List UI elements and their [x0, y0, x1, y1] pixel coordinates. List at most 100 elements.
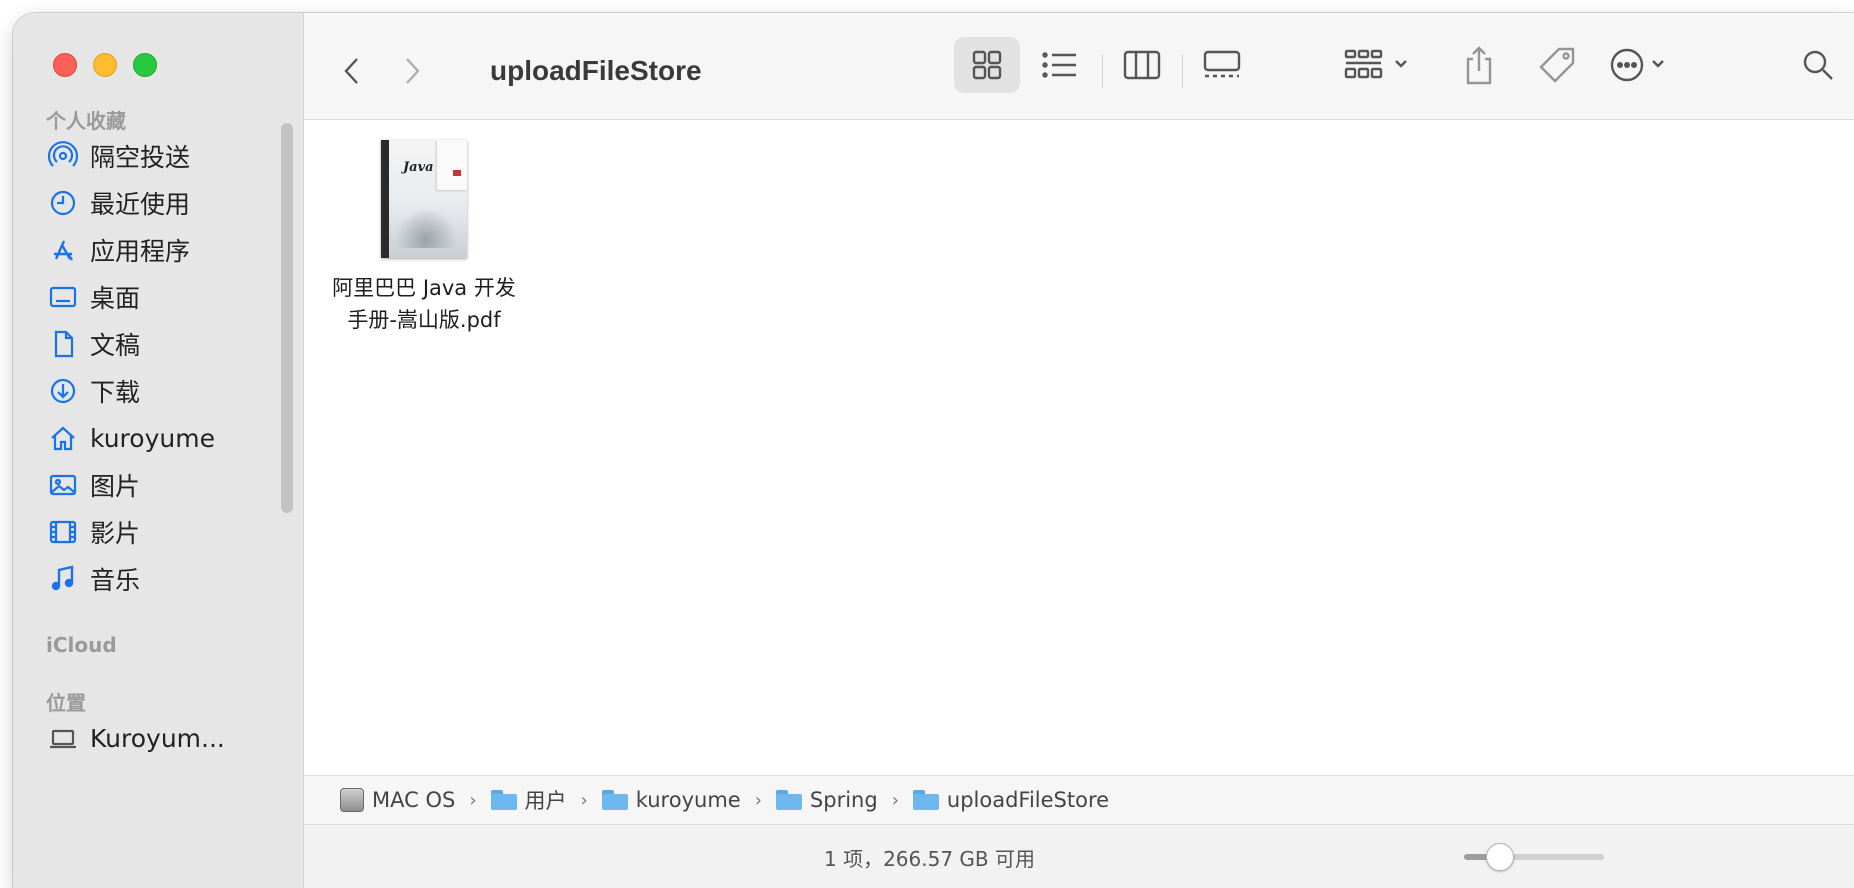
clock-icon — [46, 186, 80, 220]
status-bar: 1 项，266.57 GB 可用 — [304, 824, 1854, 888]
sidebar-item-airdrop[interactable]: 隔空投送 — [46, 133, 276, 179]
zoom-slider-thumb[interactable] — [1486, 843, 1514, 871]
icloud-header: iCloud — [46, 633, 117, 657]
minimize-button[interactable] — [93, 53, 117, 77]
group-button[interactable] — [1339, 37, 1419, 93]
sidebar-item-music[interactable]: 音乐 — [46, 556, 276, 602]
file-name-line-1: 阿里巴巴 Java 开发 — [332, 276, 516, 300]
film-icon — [46, 515, 80, 549]
back-button[interactable] — [330, 49, 374, 93]
tag-icon — [1539, 47, 1575, 83]
toolbar-divider — [1102, 54, 1103, 88]
sidebar-item-label: 应用程序 — [90, 237, 191, 266]
forward-button[interactable] — [390, 49, 434, 93]
path-item-label: kuroyume — [635, 788, 741, 812]
sidebar-item-label: 图片 — [90, 472, 141, 501]
path-item-current[interactable]: uploadFileStore — [912, 788, 1110, 812]
path-item-users[interactable]: 用户 — [490, 785, 567, 815]
path-separator-icon: › — [469, 789, 477, 811]
sidebar-item-desktop[interactable]: 桌面 — [46, 274, 276, 320]
forward-chevron-icon — [406, 58, 420, 84]
path-separator-icon: › — [891, 789, 899, 811]
sidebar-item-label: 音乐 — [90, 566, 141, 595]
page-curl — [437, 140, 467, 190]
list-view-button[interactable] — [1032, 37, 1088, 93]
file-browser-area[interactable]: Java 阿里巴巴 Java 开发 手册-嵩山版.pdf — [304, 120, 1854, 766]
path-item-label: uploadFileStore — [946, 788, 1110, 812]
path-item-label: 用户 — [524, 789, 567, 813]
folder-icon — [912, 790, 939, 810]
column-view-icon — [1123, 50, 1161, 80]
sidebar-item-label: kuroyume — [90, 423, 215, 453]
search-button[interactable] — [1790, 37, 1846, 93]
sidebar-item-label: 桌面 — [90, 284, 141, 313]
sidebar: 个人收藏 隔空投送 最近使用 应用程序 桌面 文稿 下载 kuroyume 图片… — [13, 13, 304, 888]
mountain-art — [395, 208, 457, 248]
sidebar-item-label: 文稿 — [90, 331, 141, 360]
sidebar-item-label: 下载 — [90, 378, 141, 407]
icon-view-button[interactable] — [954, 37, 1020, 93]
red-seal — [453, 170, 461, 176]
sidebar-item-movies[interactable]: 影片 — [46, 509, 276, 555]
share-button[interactable] — [1454, 35, 1504, 95]
music-icon — [46, 562, 80, 596]
toolbar: uploadFileStore — [304, 13, 1854, 120]
laptop-icon — [46, 721, 80, 755]
sidebar-item-label: Kuroyum... — [90, 723, 225, 753]
sidebar-item-documents[interactable]: 文稿 — [46, 321, 276, 367]
sidebar-item-mac[interactable]: Kuroyum... — [46, 715, 276, 761]
pdf-thumbnail-icon: Java — [381, 140, 467, 258]
more-icon — [1610, 48, 1664, 82]
sidebar-item-home[interactable]: kuroyume — [46, 415, 276, 461]
airdrop-icon — [46, 139, 80, 173]
finder-window: 个人收藏 隔空投送 最近使用 应用程序 桌面 文稿 下载 kuroyume 图片… — [13, 13, 1854, 888]
book-spine — [381, 140, 389, 258]
favorites-header: 个人收藏 — [46, 109, 126, 133]
path-item-label: MAC OS — [372, 788, 456, 812]
zoom-button[interactable] — [133, 53, 157, 77]
folder-icon — [490, 790, 517, 810]
tag-button[interactable] — [1529, 35, 1585, 95]
download-icon — [46, 374, 80, 408]
path-separator-icon: › — [580, 789, 588, 811]
sidebar-item-recents[interactable]: 最近使用 — [46, 180, 276, 226]
path-separator-icon: › — [754, 789, 762, 811]
sidebar-item-downloads[interactable]: 下载 — [46, 368, 276, 414]
file-name: 阿里巴巴 Java 开发 手册-嵩山版.pdf — [324, 272, 524, 336]
path-item-label: Spring — [809, 788, 878, 812]
folder-icon — [775, 790, 802, 810]
sidebar-item-applications[interactable]: 应用程序 — [46, 227, 276, 273]
document-icon — [46, 327, 80, 361]
sidebar-item-label: 最近使用 — [90, 190, 191, 219]
file-item[interactable]: Java 阿里巴巴 Java 开发 手册-嵩山版.pdf — [324, 140, 524, 336]
locations-header: 位置 — [46, 691, 86, 715]
list-view-icon — [1042, 52, 1076, 78]
search-icon — [1803, 50, 1833, 80]
back-chevron-icon — [344, 58, 358, 84]
path-item-home[interactable]: kuroyume — [601, 788, 741, 812]
applications-icon — [46, 233, 80, 267]
toolbar-divider — [1182, 54, 1183, 88]
group-icon — [1344, 49, 1407, 79]
folder-icon — [601, 790, 628, 810]
photo-icon — [46, 468, 80, 502]
more-actions-button[interactable] — [1604, 37, 1684, 93]
gallery-view-button[interactable] — [1194, 37, 1250, 93]
column-view-button[interactable] — [1114, 37, 1170, 93]
path-item-disk[interactable]: MAC OS — [340, 788, 455, 812]
disk-icon — [340, 788, 364, 812]
window-controls — [53, 53, 157, 77]
window-title: uploadFileStore — [490, 55, 702, 86]
sidebar-item-label: 影片 — [90, 519, 141, 548]
icon-view-icon — [972, 50, 1002, 80]
path-bar: MAC OS › 用户 › kuroyume › Spring › upload… — [304, 775, 1854, 824]
zoom-slider[interactable] — [1464, 843, 1604, 871]
gallery-view-icon — [1203, 50, 1241, 78]
desktop-icon — [46, 280, 80, 314]
path-item-spring[interactable]: Spring — [775, 788, 878, 812]
thumbnail-title: Java — [403, 160, 434, 175]
share-icon — [1466, 46, 1492, 85]
close-button[interactable] — [53, 53, 77, 77]
sidebar-scrollbar[interactable] — [281, 123, 293, 513]
sidebar-item-pictures[interactable]: 图片 — [46, 462, 276, 508]
